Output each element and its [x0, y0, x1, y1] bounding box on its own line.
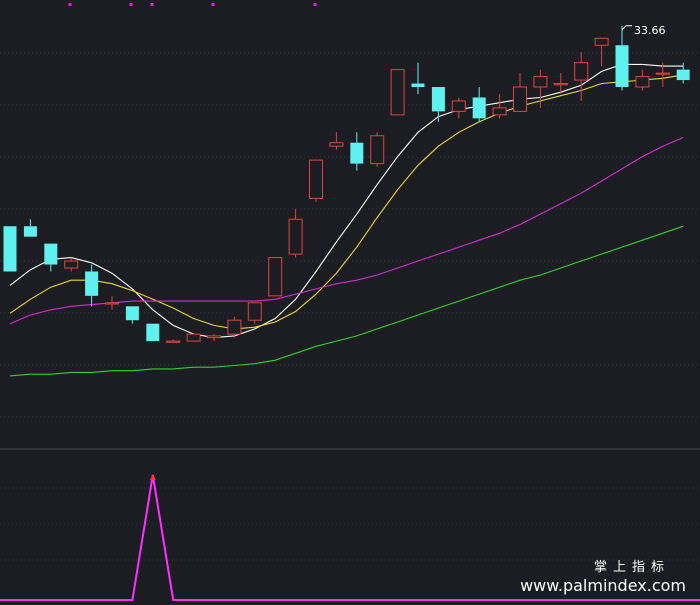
candle-body-up [451, 100, 466, 112]
top-marker [211, 3, 215, 6]
candle-body-up [166, 340, 181, 343]
high-price-label: 33.66 [634, 24, 666, 37]
top-marker [313, 3, 317, 6]
candle-body-down [3, 226, 17, 272]
candle-body-up [309, 159, 323, 199]
candle-body-up [268, 257, 283, 297]
candle-body-up [574, 62, 589, 81]
candle-body-down [411, 83, 425, 88]
candle-body-up [594, 37, 609, 46]
candle-body-up [635, 76, 650, 88]
candle-body-up [513, 86, 527, 112]
candle-body-up [553, 83, 568, 86]
top-marker [129, 3, 133, 6]
candle-body-up [64, 260, 79, 269]
watermark-url: www.palmindex.com [520, 576, 686, 595]
candle-body-up [247, 302, 262, 321]
candle-body-down [125, 306, 139, 321]
candle-body-down [431, 87, 445, 112]
candle-body-up [186, 333, 201, 342]
candle-body-up [390, 69, 405, 116]
candle-body-up [370, 135, 385, 165]
candle-body-down [85, 271, 99, 296]
candle-body-down [146, 323, 160, 342]
stock-chart: 33.66 [0, 0, 700, 605]
candle-body-up [492, 107, 507, 116]
candle-body-up [533, 76, 548, 88]
candle-body-up [329, 142, 344, 147]
candle-body-down [676, 69, 690, 81]
candle-body-up [227, 319, 242, 335]
candle-body-up [655, 72, 670, 75]
candle-body-down [615, 45, 629, 88]
top-marker [68, 3, 72, 6]
candle-body-down [350, 142, 364, 164]
candle-body-down [23, 226, 37, 237]
candle-body-up [288, 218, 303, 255]
candle-body-up [207, 335, 221, 339]
candle-body-up [105, 302, 119, 305]
candle-body-down [472, 97, 486, 119]
candle-body-down [44, 243, 58, 265]
top-marker [150, 3, 154, 6]
watermark-chinese: 掌上指标 [593, 560, 670, 575]
